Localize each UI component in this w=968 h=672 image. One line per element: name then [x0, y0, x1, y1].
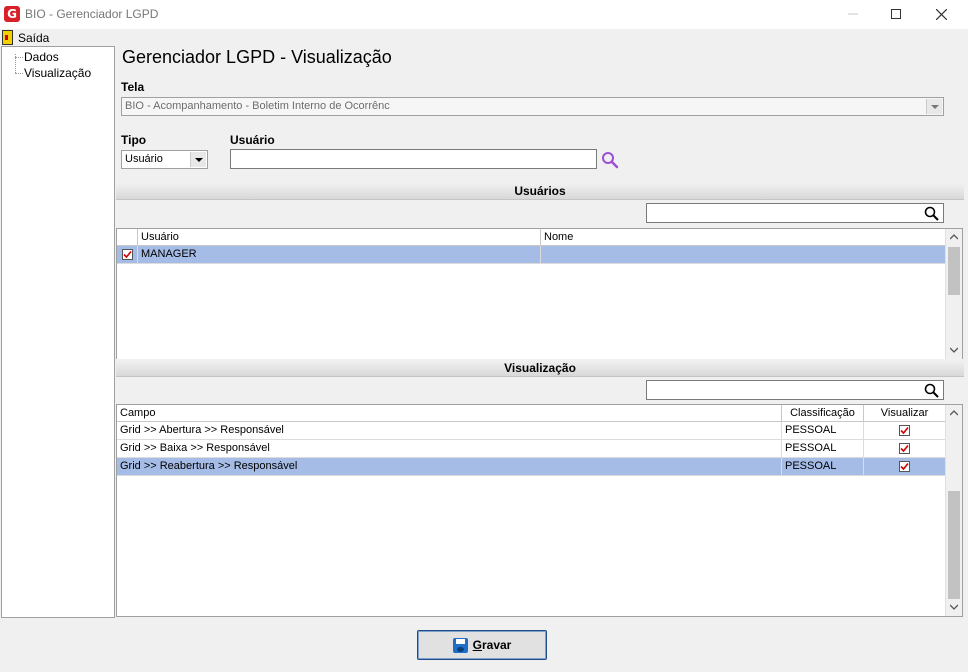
checkmark-icon	[900, 462, 909, 471]
tipo-label: Tipo	[121, 133, 147, 147]
search-icon	[924, 206, 939, 221]
header-visualizar[interactable]: Visualizar	[864, 405, 946, 422]
usuario-search-button[interactable]	[601, 151, 619, 169]
minimize-button[interactable]	[830, 0, 876, 29]
scroll-up-button[interactable]	[946, 229, 962, 246]
window-title: BIO - Gerenciador LGPD	[25, 7, 159, 21]
visualizacao-grid-header: Campo Classificação Visualizar	[117, 405, 946, 422]
chevron-down-icon	[950, 347, 958, 353]
tela-label: Tela	[121, 80, 145, 94]
usuarios-section-header: Usuários	[116, 182, 964, 200]
visualizacao-scrollbar[interactable]	[945, 405, 962, 616]
chevron-up-icon	[950, 234, 958, 240]
checkmark-icon	[900, 426, 909, 435]
cell-nome	[541, 246, 946, 264]
usuarios-filter-input[interactable]	[646, 203, 944, 223]
menu-exit-item[interactable]: Saída	[2, 29, 49, 46]
chevron-up-icon	[950, 410, 958, 416]
save-button[interactable]: Gravar	[417, 630, 547, 660]
visualizacao-filter-input[interactable]	[646, 380, 944, 400]
title-bar: G BIO - Gerenciador LGPD	[0, 0, 968, 29]
page-title: Gerenciador LGPD - Visualização	[122, 47, 392, 67]
usuarios-scrollbar[interactable]	[945, 229, 962, 359]
navigation-tree: Dados Visualização	[1, 46, 115, 618]
row-checkbox[interactable]	[122, 249, 133, 260]
visualizar-checkbox[interactable]	[899, 443, 910, 454]
header-classificacao[interactable]: Classificação	[782, 405, 864, 422]
menu-exit-label: Saída	[18, 30, 50, 45]
cell-classificacao: PESSOAL	[782, 458, 864, 476]
tela-select-value: BIO - Acompanhamento - Boletim Interno d…	[125, 100, 390, 112]
header-nome[interactable]: Nome	[541, 229, 946, 246]
exit-door-icon	[2, 30, 13, 45]
search-icon	[602, 152, 619, 169]
chevron-down-icon	[950, 604, 958, 610]
cell-classificacao: PESSOAL	[782, 422, 864, 440]
tipo-select[interactable]: Usuário	[121, 150, 208, 169]
table-row[interactable]: MANAGER	[117, 246, 946, 264]
cell-visualizar	[864, 422, 946, 440]
visualizacao-grid: Campo Classificação Visualizar Grid >> A…	[116, 404, 963, 617]
table-row[interactable]: Grid >> Baixa >> Responsável PESSOAL	[117, 440, 946, 458]
scroll-down-button[interactable]	[946, 599, 962, 616]
usuario-label: Usuário	[230, 133, 275, 147]
cell-usuario: MANAGER	[138, 246, 541, 264]
chevron-down-icon	[926, 99, 942, 114]
cell-campo: Grid >> Reabertura >> Responsável	[117, 458, 782, 476]
row-check-cell	[117, 246, 138, 264]
chevron-down-icon	[190, 152, 206, 167]
maximize-button[interactable]	[873, 0, 919, 29]
header-check-column	[117, 229, 138, 246]
header-usuario[interactable]: Usuário	[138, 229, 541, 246]
scroll-up-button[interactable]	[946, 405, 962, 422]
cell-visualizar	[864, 440, 946, 458]
scroll-down-button[interactable]	[946, 342, 962, 359]
tree-item-visualizacao[interactable]: Visualização	[2, 65, 91, 81]
tela-select[interactable]: BIO - Acompanhamento - Boletim Interno d…	[121, 97, 944, 116]
table-row[interactable]: Grid >> Abertura >> Responsável PESSOAL	[117, 422, 946, 440]
close-button[interactable]	[918, 0, 964, 29]
app-logo-icon: G	[4, 6, 20, 22]
visualizar-checkbox[interactable]	[899, 461, 910, 472]
usuario-input[interactable]	[230, 149, 597, 169]
save-button-mnemonic: G	[472, 638, 482, 652]
usuarios-grid-header: Usuário Nome	[117, 229, 946, 246]
checkmark-icon	[900, 444, 909, 453]
floppy-disk-icon	[452, 637, 468, 653]
cell-visualizar	[864, 458, 946, 476]
scroll-thumb[interactable]	[948, 491, 960, 599]
header-campo[interactable]: Campo	[117, 405, 782, 422]
table-row[interactable]: Grid >> Reabertura >> Responsável PESSOA…	[117, 458, 946, 476]
save-button-label: Gravar	[473, 638, 512, 652]
scroll-thumb[interactable]	[948, 247, 960, 295]
visualizacao-section-header: Visualização	[116, 359, 964, 377]
tree-item-dados[interactable]: Dados	[2, 49, 59, 65]
cell-campo: Grid >> Baixa >> Responsável	[117, 440, 782, 458]
save-button-label-rest: ravar	[481, 638, 512, 652]
checkmark-icon	[123, 250, 132, 259]
cell-campo: Grid >> Abertura >> Responsável	[117, 422, 782, 440]
search-icon	[924, 383, 939, 398]
tipo-select-value: Usuário	[125, 153, 163, 165]
cell-classificacao: PESSOAL	[782, 440, 864, 458]
visualizar-checkbox[interactable]	[899, 425, 910, 436]
menu-bar: Saída	[0, 29, 968, 46]
usuarios-grid: Usuário Nome MANAGER	[116, 228, 963, 360]
